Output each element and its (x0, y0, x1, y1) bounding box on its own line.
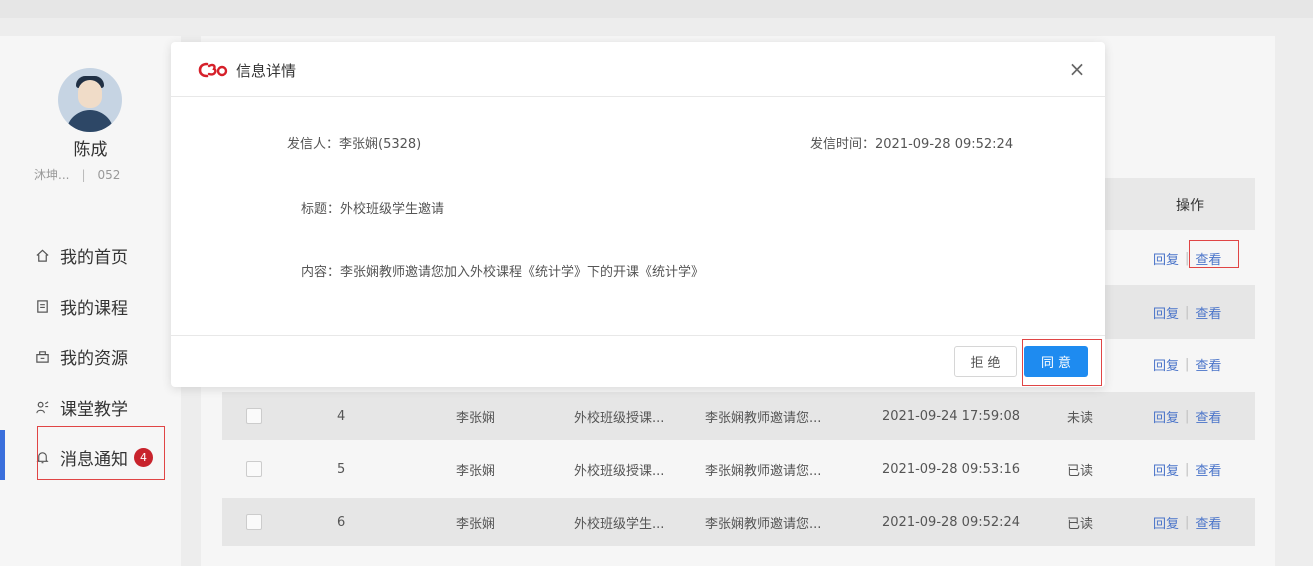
sender-value: 李张娴(5328) (339, 137, 422, 152)
close-icon[interactable]: × (1067, 58, 1087, 80)
dialog-header (171, 42, 1105, 97)
dialog-title: 信息详情 (236, 62, 297, 80)
sender-label: 发信人： (287, 137, 340, 152)
subject-field: 标题：外校班级学生邀请 (301, 198, 444, 217)
logo-icon (198, 61, 228, 79)
content-field: 内容：李张娴教师邀请您加入外校课程《统计学》下的开课《统计学》 (301, 261, 704, 280)
sender-field: 发信人：李张娴(5328) (287, 133, 421, 152)
highlight-box-agree (1022, 339, 1102, 386)
content-value: 李张娴教师邀请您加入外校课程《统计学》下的开课《统计学》 (340, 265, 705, 280)
subject-label: 标题： (301, 202, 341, 217)
send-time-field: 发信时间：2021-09-28 09:52:24 (810, 133, 1013, 152)
subject-value: 外校班级学生邀请 (340, 202, 445, 217)
content-label: 内容： (301, 265, 341, 280)
reject-button[interactable]: 拒绝 (954, 346, 1017, 377)
send-time-value: 2021-09-28 09:52:24 (875, 137, 1014, 152)
message-detail-dialog: 信息详情 × 发信人：李张娴(5328) 发信时间：2021-09-28 09:… (171, 42, 1105, 387)
send-time-label: 发信时间： (810, 137, 876, 152)
